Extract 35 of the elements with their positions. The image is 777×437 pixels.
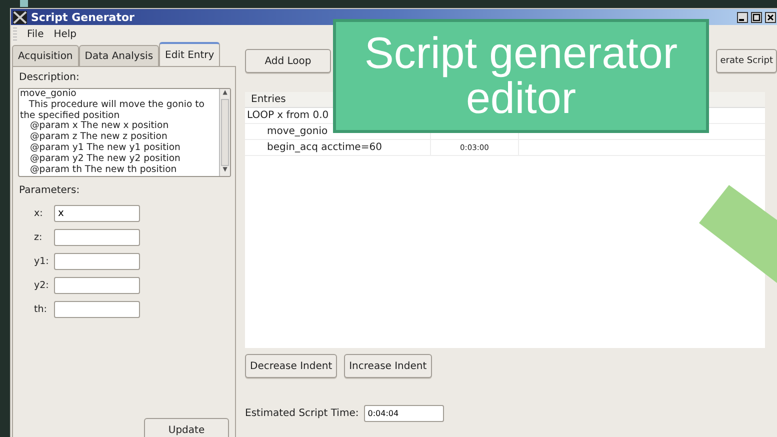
menu-item[interactable]: Help	[54, 28, 77, 40]
desktop-panel	[20, 0, 28, 7]
tab[interactable]: Data Analysis	[78, 45, 160, 66]
maximize-icon[interactable]	[751, 12, 762, 22]
parameter-field[interactable]: x	[54, 205, 140, 222]
indent-button[interactable]: Increase Indent	[344, 354, 432, 378]
parameter-field[interactable]	[54, 277, 140, 294]
tab[interactable]: Edit Entry	[159, 42, 220, 66]
estimated-time-label: Estimated Script Time:	[245, 408, 359, 419]
add-loop-button[interactable]: Add Loop	[245, 49, 331, 73]
parameter-label: z:	[34, 232, 44, 243]
update-button[interactable]: Update	[144, 418, 229, 437]
minimize-icon[interactable]	[737, 12, 748, 22]
callout-text: editor	[466, 76, 576, 121]
description-label: Description:	[19, 72, 80, 83]
parameter-label: y2:	[34, 280, 50, 291]
parameter-label: x:	[34, 208, 44, 219]
indent-button[interactable]: Decrease Indent	[245, 354, 338, 378]
parameter-field[interactable]	[54, 229, 140, 246]
callout-text: Script generator	[364, 31, 678, 76]
parameter-field[interactable]	[54, 301, 140, 318]
grip-handle-icon[interactable]	[13, 27, 17, 41]
window-title: Script Generator	[31, 10, 134, 24]
generate-script-button[interactable]: erate Script	[716, 49, 777, 73]
column-header[interactable]: Entries	[245, 94, 286, 105]
parameter-field[interactable]	[54, 253, 140, 270]
table-cell: begin_acq acctime=60	[245, 140, 431, 155]
parameters-label: Parameters:	[19, 185, 81, 196]
menu-item[interactable]: File	[27, 28, 44, 40]
x-logo-icon	[13, 10, 27, 24]
parameter-label: y1:	[34, 256, 50, 267]
parameter-label: th:	[34, 304, 48, 315]
tab[interactable]: Acquisition	[12, 45, 79, 66]
close-icon[interactable]	[765, 12, 776, 22]
estimated-time-field[interactable]: 0:04:04	[364, 405, 444, 422]
